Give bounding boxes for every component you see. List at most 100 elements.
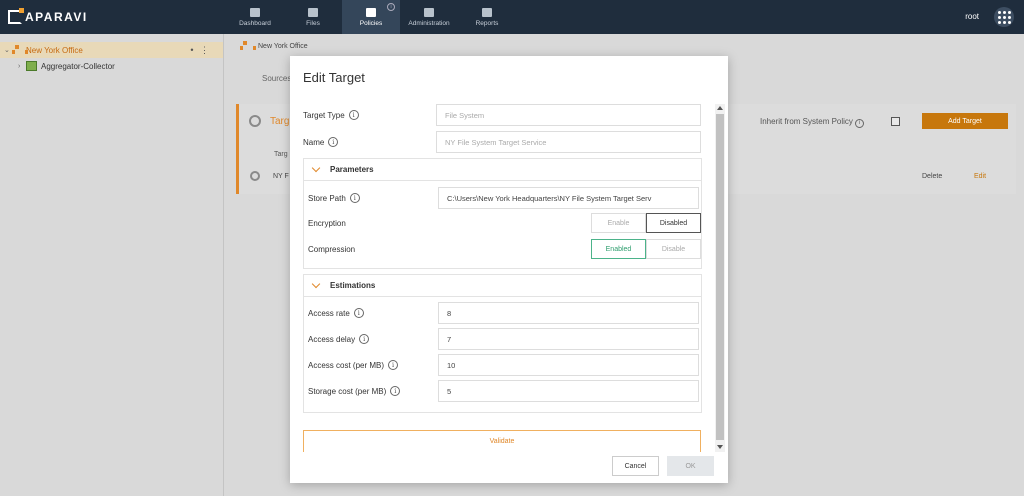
target-type-row: Target Type i [303, 104, 702, 126]
nav-administration[interactable]: Administration [400, 0, 458, 34]
dialog-scrollbar[interactable] [715, 104, 725, 452]
compression-disable-button[interactable]: Disable [646, 239, 701, 259]
access-cost-label-text: Access cost (per MB) [308, 360, 385, 370]
encryption-toggle: Enable Disabled [591, 213, 701, 233]
chevron-right-icon[interactable]: › [18, 63, 26, 70]
storage-cost-row: Storage cost (per MB) i [308, 380, 699, 402]
validate-button[interactable]: Validate [303, 430, 701, 452]
nav-reports-label: Reports [475, 19, 499, 27]
top-bar: APARAVI Dashboard Files Policies i Admin… [0, 0, 1024, 34]
tree-item-new-york-office[interactable]: ⌄ New York Office • ⋮ [0, 42, 223, 58]
breadcrumb: New York Office [240, 41, 308, 51]
access-rate-label-text: Access rate [308, 308, 350, 318]
access-delay-label: Access delay i [308, 334, 370, 344]
sidebar: ⌄ New York Office • ⋮ › Aggregator-Colle… [0, 34, 224, 496]
store-path-label: Store Path i [308, 193, 360, 203]
parameters-header[interactable]: Parameters [304, 159, 701, 181]
access-delay-row: Access delay i [308, 328, 699, 350]
name-label-text: Name [303, 137, 325, 147]
administration-icon [424, 7, 434, 17]
parameters-title: Parameters [330, 165, 374, 174]
nav-files-label: Files [306, 19, 320, 27]
breadcrumb-label[interactable]: New York Office [258, 43, 308, 50]
info-icon[interactable]: i [353, 308, 364, 318]
estimations-section: Estimations Access ratei Access delayi A… [303, 274, 702, 413]
logo-mark-icon [8, 8, 24, 24]
access-delay-label-text: Access delay [308, 334, 356, 344]
user-menu[interactable]: root [965, 12, 979, 21]
scroll-thumb[interactable] [716, 114, 724, 440]
encryption-disabled-button[interactable]: Disabled [646, 213, 701, 233]
info-icon[interactable]: i [349, 193, 360, 203]
policies-info-badge: i [387, 3, 395, 11]
compression-row: Compression Enabled Disable [308, 239, 701, 261]
info-icon[interactable]: i [328, 137, 339, 147]
reports-icon [482, 7, 492, 17]
compression-label: Compression [308, 245, 356, 254]
nav-reports[interactable]: Reports [458, 0, 516, 34]
chevron-down-icon[interactable]: ⌄ [4, 46, 12, 54]
delete-link[interactable]: Delete [922, 173, 942, 180]
access-cost-input[interactable] [438, 354, 699, 376]
target-column-header: Targ [274, 151, 288, 158]
ok-button[interactable]: OK [667, 456, 714, 476]
info-icon[interactable]: i [388, 360, 399, 370]
nav-policies[interactable]: Policies i [342, 0, 400, 34]
store-path-input[interactable] [438, 187, 699, 209]
name-row: Name i [303, 131, 702, 153]
chevron-down-icon [311, 163, 321, 173]
policies-icon [366, 7, 376, 17]
tree-item-aggregator-collector[interactable]: › Aggregator-Collector [0, 58, 223, 74]
aggregator-icon [26, 61, 37, 71]
info-icon[interactable]: i [854, 119, 864, 128]
add-target-button[interactable]: Add Target [922, 113, 1008, 129]
access-delay-input[interactable] [438, 328, 699, 350]
nav-dashboard-label: Dashboard [239, 19, 271, 27]
store-path-row: Store Path i [308, 187, 699, 209]
organization-icon [240, 41, 256, 51]
info-icon[interactable]: i [390, 386, 401, 396]
parameters-section: Parameters Store Pathi Encryption Enable… [303, 158, 702, 269]
tab-sources[interactable]: Sources [262, 74, 291, 83]
access-rate-input[interactable] [438, 302, 699, 324]
more-options-icon[interactable]: • ⋮ [190, 45, 211, 56]
tree-item-label: Aggregator-Collector [41, 61, 115, 71]
estimations-title: Estimations [330, 281, 376, 290]
targets-panel-title: Targ [270, 116, 290, 127]
nav-administration-label: Administration [408, 19, 450, 27]
compression-enabled-button[interactable]: Enabled [591, 239, 646, 259]
files-icon [308, 7, 318, 17]
target-type-label-text: Target Type [303, 110, 345, 120]
apps-grid-icon[interactable] [994, 7, 1014, 27]
store-path-label-text: Store Path [308, 193, 346, 203]
name-input[interactable] [436, 131, 701, 153]
tree-item-label: New York Office [26, 45, 83, 55]
cancel-button[interactable]: Cancel [612, 456, 659, 476]
aparavi-logo[interactable]: APARAVI [8, 8, 88, 26]
target-type-input[interactable] [436, 104, 701, 126]
target-row-name: NY F [273, 173, 289, 180]
encryption-row: Encryption Enable Disabled [308, 213, 701, 235]
estimations-header[interactable]: Estimations [304, 275, 701, 297]
encryption-enable-button[interactable]: Enable [591, 213, 646, 233]
nav-dashboard[interactable]: Dashboard [226, 0, 284, 34]
storage-cost-label: Storage cost (per MB) i [308, 386, 401, 396]
info-icon[interactable]: i [348, 110, 359, 120]
storage-cost-input[interactable] [438, 380, 699, 402]
compression-toggle: Enabled Disable [591, 239, 701, 259]
nav-files[interactable]: Files [284, 0, 342, 34]
fingerprint-icon [249, 115, 261, 127]
scroll-up-icon[interactable] [717, 106, 723, 110]
dashboard-icon [250, 7, 260, 17]
organization-icon [12, 45, 28, 55]
scroll-down-icon[interactable] [717, 445, 723, 449]
target-type-label: Target Type i [303, 110, 359, 120]
chevron-down-icon [311, 279, 321, 289]
name-label: Name i [303, 137, 339, 147]
info-icon[interactable]: i [359, 334, 370, 344]
nav-policies-label: Policies [359, 19, 383, 27]
access-rate-row: Access rate i [308, 302, 699, 324]
inherit-checkbox[interactable] [891, 117, 900, 126]
edit-link[interactable]: Edit [974, 173, 986, 180]
fingerprint-icon [250, 171, 260, 181]
